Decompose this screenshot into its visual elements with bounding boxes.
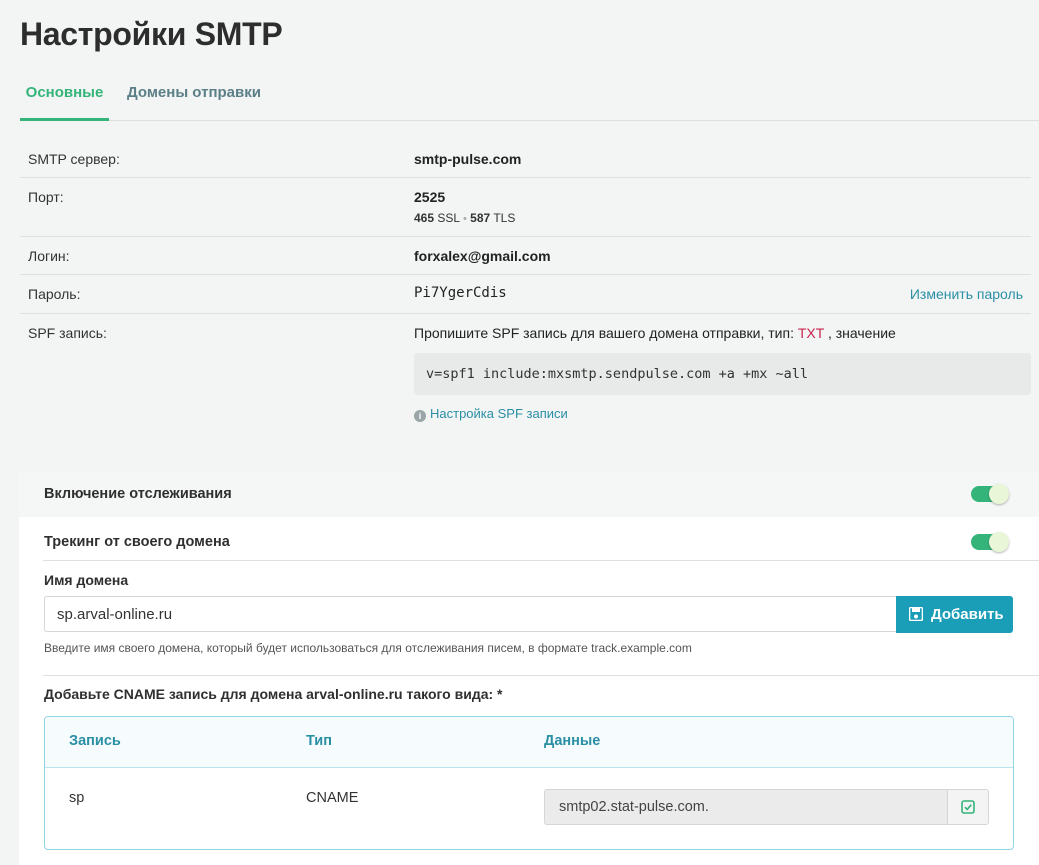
row-port: Порт: 2525 465 SSL • 587 TLS [20, 178, 1031, 237]
spf-help[interactable]: i Настройка SPF записи [414, 406, 568, 422]
domain-name-input[interactable] [45, 597, 877, 631]
cname-table: Запись Тип Данные sp CNAME smtp02.stat-p… [44, 716, 1014, 850]
divider [43, 560, 1039, 561]
password-value: Pi7YgerCdis [414, 285, 507, 301]
add-button-label: Добавить [931, 606, 1004, 623]
toggle-knob [989, 532, 1009, 552]
cname-data-field[interactable]: smtp02.stat-pulse.com. [544, 789, 989, 825]
own-domain-toggle[interactable] [971, 532, 1009, 552]
column-header-record: Запись [69, 733, 121, 749]
tabs-bar: Основные Домены отправки [20, 84, 1039, 121]
port-tls-label: TLS [493, 211, 516, 225]
tab-main[interactable]: Основные [20, 84, 109, 121]
smtp-server-label: SMTP сервер: [28, 151, 120, 167]
tracking-panel: Включение отслеживания Трекинг от своего… [19, 472, 1039, 865]
spf-instruction-suffix: , значение [827, 325, 896, 341]
row-smtp-server: SMTP сервер: smtp-pulse.com [20, 139, 1031, 178]
spf-type-badge: TXT [797, 325, 825, 341]
info-icon: i [414, 410, 426, 422]
row-login: Логин: forxalex@gmail.com [20, 237, 1031, 275]
port-label: Порт: [28, 189, 64, 205]
divider [43, 675, 1039, 676]
cname-table-header: Запись Тип Данные [45, 717, 1013, 768]
cname-title: Добавьте CNAME запись для домена arval-o… [44, 686, 503, 702]
save-icon [909, 607, 923, 621]
column-header-type: Тип [306, 733, 332, 749]
tab-sending-domains[interactable]: Домены отправки [127, 84, 261, 118]
tracking-enable-label: Включение отслеживания [44, 486, 232, 502]
port-separator: • [462, 213, 467, 225]
spf-record-value: v=spf1 include:mxsmtp.sendpulse.com +a +… [426, 366, 809, 382]
add-domain-button[interactable]: Добавить [896, 596, 1013, 633]
own-domain-label: Трекинг от своего домена [44, 534, 230, 550]
port-alternatives: 465 SSL • 587 TLS [414, 211, 515, 225]
domain-input-wrapper [44, 596, 896, 632]
spf-instruction-text: Пропишите SPF запись для вашего домена о… [414, 325, 794, 341]
port-value: 2525 [414, 189, 446, 205]
spf-instruction: Пропишите SPF запись для вашего домена о… [414, 325, 896, 341]
login-label: Логин: [28, 248, 70, 264]
smtp-server-value: smtp-pulse.com [414, 151, 522, 167]
domain-name-label: Имя домена [44, 572, 129, 588]
tracking-header: Включение отслеживания [19, 472, 1039, 517]
domain-hint: Введите имя своего домена, который будет… [44, 641, 692, 655]
column-header-data: Данные [544, 733, 601, 749]
change-password-link[interactable]: Изменить пароль [910, 286, 1023, 302]
spf-label: SPF запись: [28, 325, 107, 341]
cname-record: sp [69, 790, 85, 806]
spf-help-link[interactable]: Настройка SPF записи [430, 406, 568, 421]
page-title: Настройки SMTP [20, 16, 283, 52]
spf-record-box[interactable]: v=spf1 include:mxsmtp.sendpulse.com +a +… [414, 353, 1031, 395]
password-label: Пароль: [28, 286, 81, 302]
port-ssl-label: SSL [437, 211, 460, 225]
row-password: Пароль: Pi7YgerCdis Изменить пароль [20, 275, 1031, 314]
port-tls-number: 587 [470, 211, 491, 225]
tracking-enable-toggle[interactable] [971, 484, 1009, 504]
cname-data-value: smtp02.stat-pulse.com. [559, 799, 709, 815]
login-value: forxalex@gmail.com [414, 248, 551, 264]
check-square-icon [961, 800, 975, 814]
toggle-knob [989, 484, 1009, 504]
copy-button[interactable] [947, 790, 988, 824]
port-ssl-number: 465 [414, 211, 435, 225]
cname-type: CNAME [306, 790, 359, 806]
